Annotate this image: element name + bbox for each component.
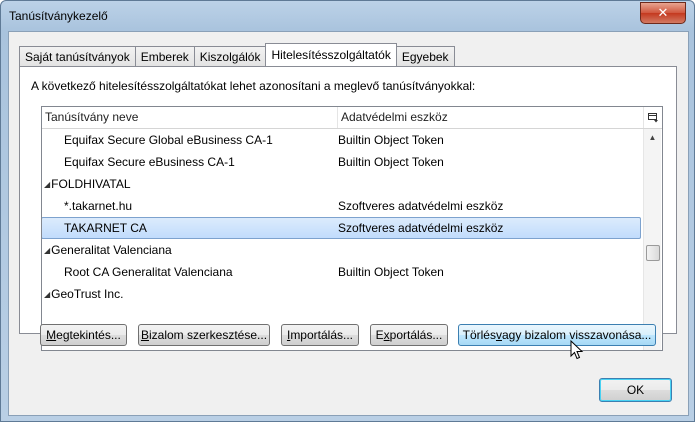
- tab-servers[interactable]: Kiszolgálók: [193, 46, 267, 66]
- tree-group-row[interactable]: ◢Generalitat Valenciana: [42, 239, 640, 261]
- dialog-client: Saját tanúsítványok Emberek Kiszolgálók …: [8, 31, 689, 416]
- expander-icon[interactable]: ◢: [44, 290, 50, 299]
- row-name-text: Root CA Generalitat Valenciana: [64, 265, 233, 279]
- edit-trust-button-accel: B: [140, 328, 149, 342]
- delete-or-distrust-button[interactable]: Törlés v agy bizalom visszavonása...: [458, 324, 656, 346]
- mouse-pointer-icon: [570, 340, 584, 360]
- tab-authorities[interactable]: Hitelesítésszolgáltatók: [265, 43, 397, 66]
- tab-people[interactable]: Emberek: [134, 46, 195, 66]
- row-name-text: *.takarnet.hu: [64, 199, 133, 213]
- certificate-row[interactable]: *.takarnet.hu Szoftveres adatvédelmi eszk…: [42, 195, 640, 217]
- export-button[interactable]: Ex portálás...: [370, 324, 448, 346]
- ok-button[interactable]: OK: [599, 378, 672, 402]
- certificate-name: Root CA Generalitat Valenciana: [64, 261, 233, 283]
- row-name-text: Generalitat Valenciana: [51, 243, 172, 257]
- view-button[interactable]: Megtekintés...: [40, 324, 127, 346]
- export-button-text: E: [375, 328, 384, 342]
- certificate-name: Equifax Secure Global eBusiness CA-1: [64, 129, 273, 151]
- tab-own-certificates[interactable]: Saját tanúsítványok: [19, 46, 136, 66]
- vertical-scrollbar[interactable]: ▲ ▼: [643, 129, 661, 350]
- tab-others[interactable]: Egyebek: [395, 46, 455, 66]
- group-name: ◢FOLDHIVATAL: [44, 173, 131, 197]
- certificate-rows: Equifax Secure Global eBusiness CA-1 Buil…: [42, 129, 641, 305]
- column-picker-button[interactable]: [644, 107, 662, 128]
- certificate-manager-window: Tanúsítványkezelő ✕ Saját tanúsítványok …: [0, 0, 695, 422]
- tree-group-row[interactable]: ◢FOLDHIVATAL: [42, 173, 640, 195]
- tab-strip: Saját tanúsítványok Emberek Kiszolgálók …: [19, 43, 455, 66]
- edit-trust-button-text-rest: izalom szerkesztése...: [148, 328, 268, 342]
- view-button-accel: M: [46, 328, 57, 342]
- panel-description: A következő hitelesítésszolgáltatókat le…: [31, 79, 476, 93]
- column-picker-icon: [647, 112, 658, 122]
- expander-icon[interactable]: ◢: [44, 180, 50, 189]
- tab-panel: A következő hitelesítésszolgáltatókat le…: [19, 66, 677, 351]
- security-device-name: Szoftveres adatvédelmi eszköz: [338, 221, 504, 235]
- certificate-name: TAKARNET CA: [64, 218, 147, 238]
- import-button-text-rest: mportálás...: [290, 328, 354, 342]
- view-button-text-rest: egtekintés...: [56, 328, 121, 342]
- certificate-row[interactable]: Equifax Secure Global eBusiness CA-1 Buil…: [42, 129, 640, 151]
- certificate-row[interactable]: Equifax Secure eBusiness CA-1 Builtin Obj…: [42, 151, 640, 173]
- row-name-text: Equifax Secure eBusiness CA-1: [64, 155, 235, 169]
- certificate-name: Equifax Secure eBusiness CA-1: [64, 151, 235, 173]
- security-device-name: Builtin Object Token: [338, 265, 444, 279]
- row-name-text: GeoTrust Inc.: [51, 287, 124, 301]
- list-header: Tanúsítvány neve Adatvédelmi eszköz: [42, 107, 662, 129]
- title-bar[interactable]: Tanúsítványkezelő ✕: [1, 1, 694, 31]
- scroll-up-icon: ▲: [648, 132, 657, 142]
- delete-button-text: Törlés: [462, 328, 496, 342]
- security-device-name: Builtin Object Token: [338, 155, 444, 169]
- row-name-text: FOLDHIVATAL: [51, 177, 131, 191]
- column-header-name[interactable]: Tanúsítvány neve: [42, 107, 338, 128]
- close-icon: ✕: [657, 5, 669, 20]
- edit-trust-button[interactable]: Bizalom szerkesztése...: [138, 324, 270, 346]
- certificate-name: *.takarnet.hu: [64, 195, 132, 217]
- column-header-token[interactable]: Adatvédelmi eszköz: [338, 107, 644, 128]
- certificate-row[interactable]: Root CA Generalitat Valenciana Builtin Ob…: [42, 261, 640, 283]
- security-device-name: Builtin Object Token: [338, 133, 444, 147]
- export-button-text-rest: portálás...: [389, 328, 443, 342]
- security-device-name: Szoftveres adatvédelmi eszköz: [338, 199, 504, 213]
- scroll-thumb[interactable]: [646, 245, 660, 261]
- scroll-up-button[interactable]: ▲: [644, 129, 661, 145]
- group-name: ◢GeoTrust Inc.: [44, 283, 123, 307]
- row-name-text: TAKARNET CA: [64, 221, 147, 235]
- close-button[interactable]: ✕: [640, 2, 686, 24]
- tree-group-row[interactable]: ◢GeoTrust Inc.: [42, 283, 640, 305]
- window-title: Tanúsítványkezelő: [9, 9, 108, 23]
- expander-icon[interactable]: ◢: [44, 246, 50, 255]
- group-name: ◢Generalitat Valenciana: [44, 239, 172, 263]
- import-button[interactable]: Importálás...: [281, 324, 359, 346]
- certificate-row[interactable]: TAKARNET CA Szoftveres adatvédelmi eszköz: [42, 217, 641, 239]
- certificate-tree[interactable]: Tanúsítvány neve Adatvédelmi eszköz Equi…: [41, 106, 663, 351]
- row-name-text: Equifax Secure Global eBusiness CA-1: [64, 133, 273, 147]
